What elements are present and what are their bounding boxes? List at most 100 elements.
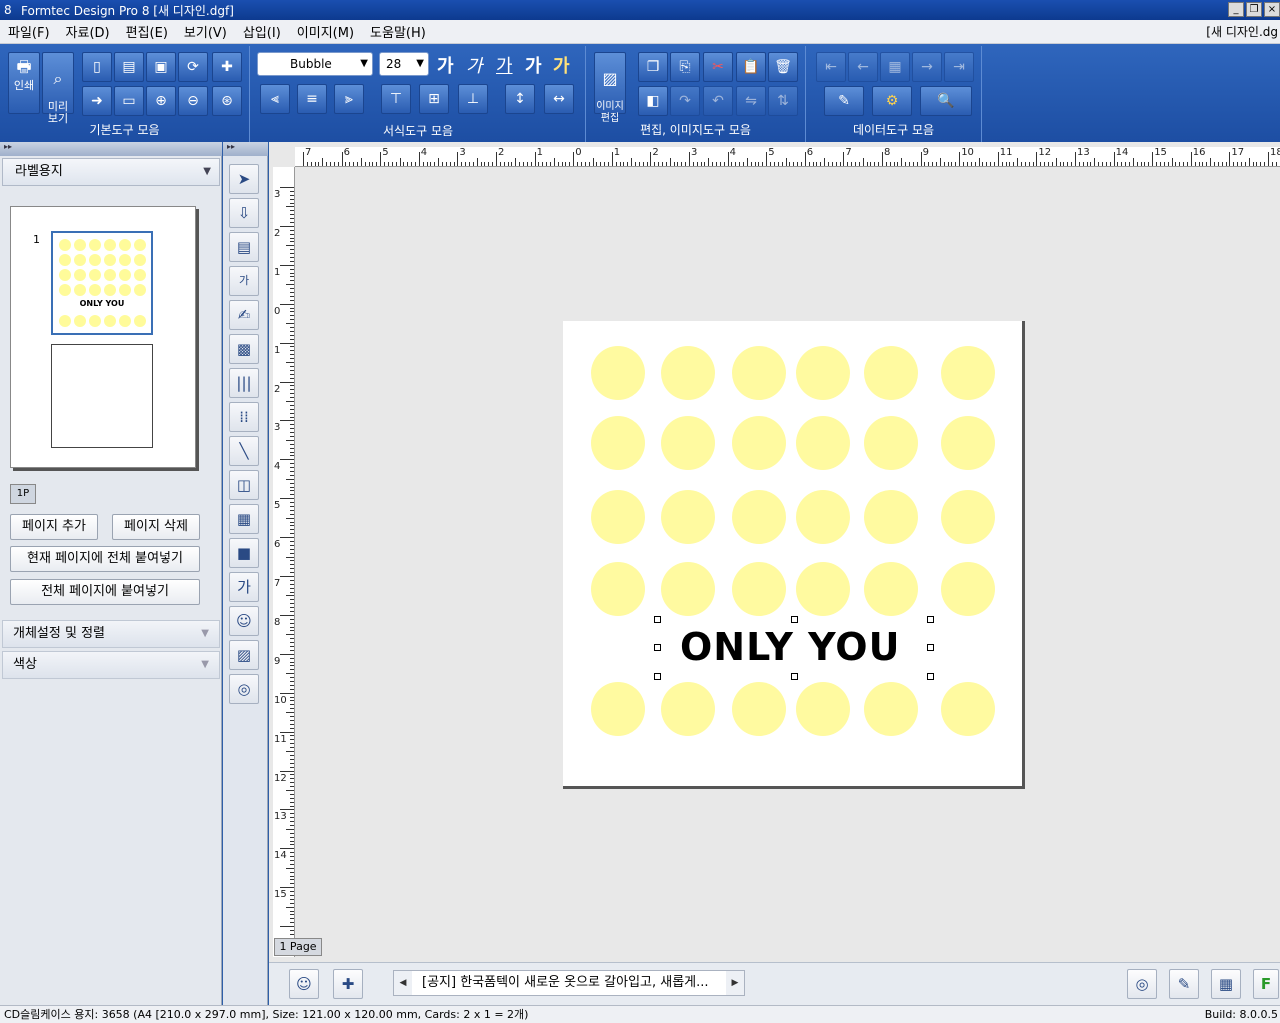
circle-shape[interactable] (591, 562, 645, 616)
zoom-in-button[interactable]: ⊕ (146, 86, 176, 116)
data-first-button[interactable]: ⇤ (816, 52, 846, 82)
circle-shape[interactable] (732, 682, 786, 736)
shadow-text-button[interactable]: 가 (525, 52, 542, 78)
menu-view[interactable]: 보기(V) (176, 22, 235, 41)
circle-shape[interactable] (732, 416, 786, 470)
align-middle-button[interactable]: ⊞ (419, 84, 449, 114)
table-tool[interactable]: ▦ (229, 504, 259, 534)
resize-handle[interactable] (791, 616, 798, 623)
new-document-button[interactable]: ▯ (82, 52, 112, 82)
menu-help[interactable]: 도움말(H) (362, 22, 434, 41)
page-thumbnail-1[interactable]: ONLY YOU (51, 231, 153, 335)
object-settings-section[interactable]: 개체설정 및 정렬 ▼ (2, 620, 220, 648)
serial-number-tool[interactable]: ⁞⁞ (229, 402, 259, 432)
disc-print-button[interactable]: ◎ (1127, 969, 1157, 999)
data-search-button[interactable]: 🔍 (920, 86, 972, 116)
circle-shape[interactable] (796, 346, 850, 400)
folder-button[interactable]: ▭ (114, 86, 144, 116)
page-tab-1p[interactable]: 1P (10, 484, 36, 504)
undo-button[interactable]: ↶ (703, 86, 733, 116)
circle-shape[interactable] (661, 682, 715, 736)
page-thumbnail-2[interactable] (51, 344, 153, 448)
preview-button[interactable]: ⌕ 미리 보기 (42, 52, 74, 125)
select-tool[interactable]: ➤ (229, 164, 259, 194)
circle-shape[interactable] (732, 346, 786, 400)
flip-horizontal-button[interactable]: ⇋ (736, 86, 766, 116)
disc-tool[interactable]: ◎ (229, 674, 259, 704)
add-page-button[interactable]: 페이지 추가 (10, 514, 98, 540)
menu-data[interactable]: 자료(D) (58, 22, 118, 41)
text-box-tool[interactable]: ▤ (229, 232, 259, 262)
menu-file[interactable]: 파일(F) (0, 22, 58, 41)
circle-shape[interactable] (796, 562, 850, 616)
data-prev-button[interactable]: ← (848, 52, 878, 82)
font-name-select[interactable]: Bubble ▼ (257, 52, 373, 76)
align-right-button[interactable]: ⫸ (334, 84, 364, 114)
bold-text-button[interactable]: 가 (437, 52, 454, 78)
data-last-button[interactable]: ⇥ (944, 52, 974, 82)
restore-button[interactable]: ❐ (1246, 2, 1262, 17)
circle-shape[interactable] (661, 562, 715, 616)
gradient-tool[interactable]: ■ (229, 538, 259, 568)
circle-shape[interactable] (591, 490, 645, 544)
align-left-button[interactable]: ⫷ (260, 84, 290, 114)
circle-shape[interactable] (864, 490, 918, 544)
clipart-tool[interactable]: ☺ (229, 606, 259, 636)
line-spacing-button[interactable]: ↕ (505, 84, 535, 114)
paste-button[interactable]: 📋 (736, 52, 766, 82)
panel-collapse-strip[interactable]: ▸▸ (0, 142, 222, 156)
circle-shape[interactable] (864, 416, 918, 470)
resize-handle[interactable] (791, 673, 798, 680)
minimize-button[interactable]: _ (1228, 2, 1244, 17)
save-button[interactable]: ▣ (146, 52, 176, 82)
data-edit-button[interactable]: ✎ (824, 86, 864, 116)
circle-shape[interactable] (591, 682, 645, 736)
redo-button[interactable]: ↷ (670, 86, 700, 116)
new-page-button[interactable]: ✚ (333, 969, 363, 999)
circle-shape[interactable] (661, 490, 715, 544)
data-table-button[interactable]: ▦ (880, 52, 910, 82)
chevron-left-icon[interactable]: ◀ (394, 971, 412, 995)
add-page-icon-button[interactable]: ✚ (212, 52, 242, 82)
circle-shape[interactable] (941, 416, 995, 470)
circle-shape[interactable] (864, 346, 918, 400)
circle-shape[interactable] (732, 490, 786, 544)
resize-handle[interactable] (654, 616, 661, 623)
bring-front-button[interactable]: ◧ (638, 86, 668, 116)
circle-shape[interactable] (796, 490, 850, 544)
export-button[interactable]: ➜ (82, 86, 112, 116)
toolbox-collapse-strip[interactable]: ▸▸ (223, 142, 268, 156)
formtec-button[interactable]: F (1253, 969, 1279, 999)
text-color-button[interactable]: 가 (553, 52, 570, 78)
template-button[interactable]: ☺ (289, 969, 319, 999)
circle-shape[interactable] (941, 682, 995, 736)
barcode-tool[interactable]: ||| (229, 368, 259, 398)
circle-shape[interactable] (661, 416, 715, 470)
close-button[interactable]: × (1264, 2, 1280, 17)
data-next-button[interactable]: → (912, 52, 942, 82)
data-settings-button[interactable]: ⚙ (872, 86, 912, 116)
align-center-button[interactable]: ≡ (297, 84, 327, 114)
font-size-select[interactable]: 28 ▼ (379, 52, 429, 76)
italic-text-button[interactable]: 가 (466, 52, 483, 78)
page-tab[interactable]: 1 Page (274, 938, 322, 956)
zoom-out-button[interactable]: ⊖ (178, 86, 208, 116)
circle-shape[interactable] (796, 682, 850, 736)
chevron-right-icon[interactable]: ▶ (726, 971, 744, 995)
image-edit-button[interactable]: ▨ 이미지 편집 (594, 52, 626, 124)
align-top-button[interactable]: ⊤ (381, 84, 411, 114)
resize-handle[interactable] (654, 644, 661, 651)
art-text-tool[interactable]: ✍ (229, 300, 259, 330)
shop-button[interactable]: ▦ (1211, 969, 1241, 999)
import-tool[interactable]: ⇩ (229, 198, 259, 228)
circle-shape[interactable] (864, 562, 918, 616)
image-tool[interactable]: ▨ (229, 640, 259, 670)
flip-vertical-button[interactable]: ⇅ (768, 86, 798, 116)
circle-shape[interactable] (591, 416, 645, 470)
paste-current-page-button[interactable]: 현재 페이지에 전체 붙여넣기 (10, 546, 200, 572)
circle-shape[interactable] (941, 562, 995, 616)
resize-handle[interactable] (927, 616, 934, 623)
line-tool[interactable]: ╲ (229, 436, 259, 466)
menu-edit[interactable]: 편집(E) (118, 22, 176, 41)
align-bottom-button[interactable]: ⊥ (458, 84, 488, 114)
